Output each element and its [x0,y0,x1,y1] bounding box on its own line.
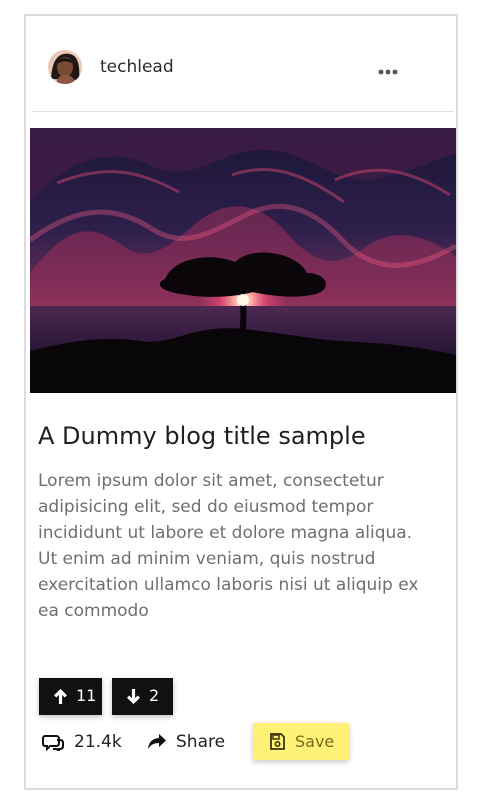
downvote-count: 2 [149,686,160,705]
upvote-button[interactable]: 11 [39,678,102,715]
share-icon [148,734,166,749]
arrow-down-icon [127,689,140,704]
floppy-disk-icon [270,733,285,750]
post-header: techlead [26,16,456,112]
post-body: Lorem ipsum dolor sit amet, consectetur … [38,471,419,621]
username[interactable]: techlead [100,57,174,77]
post-title[interactable]: A Dummy blog title sample [38,422,366,450]
save-button[interactable]: Save [253,723,349,760]
more-icon[interactable] [378,62,398,75]
blog-post-card: techlead A Dummy blog title sample Lorem… [24,14,458,790]
post-image [30,128,456,393]
arrow-up-icon [54,689,67,704]
avatar[interactable] [48,50,82,84]
comments-count: 21.4k [74,732,122,752]
save-label: Save [295,732,335,751]
header-divider [32,111,454,112]
share-button[interactable]: Share [147,730,237,756]
comments-icon [42,735,64,751]
comments-button[interactable]: 21.4k [42,730,122,756]
upvote-count: 11 [76,686,97,705]
downvote-button[interactable]: 2 [112,678,173,715]
share-label: Share [176,732,226,752]
